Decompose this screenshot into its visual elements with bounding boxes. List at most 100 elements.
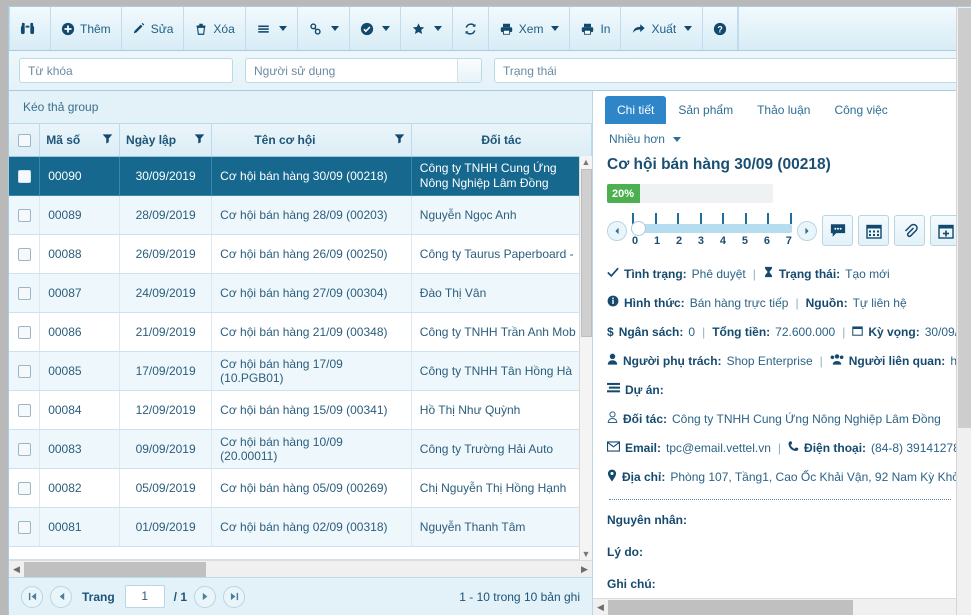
- calendar-icon[interactable]: [858, 215, 889, 246]
- more-link[interactable]: Nhiều hơn: [605, 124, 957, 152]
- column-header-code[interactable]: Mã số: [39, 124, 121, 157]
- grid-vertical-scrollbar[interactable]: ▲ ▼: [579, 156, 592, 560]
- table-row[interactable]: 00090 30/09/2019 Cơ hội bán hàng 30/09 (…: [9, 156, 592, 196]
- table-row[interactable]: 00083 09/09/2019 Cơ hội bán hàng 10/09 (…: [9, 429, 592, 469]
- toolbar-button-menu[interactable]: [246, 7, 298, 50]
- last-page-button[interactable]: [223, 585, 246, 608]
- tab-thao-luan[interactable]: Thảo luận: [745, 96, 822, 124]
- page-number-input[interactable]: 1: [124, 585, 165, 608]
- filter-icon[interactable]: [102, 133, 113, 147]
- row-checkbox[interactable]: [17, 169, 31, 183]
- calendar-add-icon[interactable]: [930, 215, 957, 246]
- detail-horizontal-scrollbar[interactable]: ◀ ▶: [593, 598, 971, 615]
- scroll-thumb[interactable]: [608, 599, 853, 615]
- slider-knob[interactable]: [631, 221, 646, 236]
- row-checkbox-cell[interactable]: [9, 312, 41, 352]
- next-page-button[interactable]: [194, 585, 217, 608]
- scroll-track[interactable]: [608, 599, 956, 615]
- column-header-partner[interactable]: Đối tác: [411, 124, 592, 157]
- scroll-thumb[interactable]: [958, 8, 971, 428]
- row-checkbox[interactable]: [17, 247, 31, 261]
- scroll-right-arrow[interactable]: ▶: [577, 564, 592, 575]
- toolbar-button-preview[interactable]: Xem: [489, 7, 571, 50]
- toolbar-button-add[interactable]: Thêm: [51, 7, 122, 50]
- toolbar-button-print[interactable]: In: [570, 7, 622, 50]
- grid-horizontal-scrollbar[interactable]: ◀ ▶: [9, 560, 592, 577]
- user-select[interactable]: Người sử dụng: [245, 58, 482, 83]
- detail-tabs: Chi tiết Sản phẩm Thảo luận Công việc: [605, 91, 957, 124]
- row-checkbox-cell[interactable]: [9, 351, 41, 391]
- select-all-checkbox[interactable]: [17, 133, 31, 147]
- toolbar-label: In: [600, 21, 611, 36]
- row-checkbox[interactable]: [17, 208, 31, 222]
- row-checkbox-cell[interactable]: [9, 234, 41, 274]
- column-label: Tên cơ hội: [254, 132, 316, 147]
- row-checkbox-cell[interactable]: [9, 429, 41, 469]
- toolbar-button-binoculars[interactable]: [9, 7, 51, 50]
- scroll-down-arrow[interactable]: ▼: [582, 548, 591, 560]
- row-checkbox-cell[interactable]: [9, 507, 41, 547]
- row-checkbox-cell[interactable]: [9, 273, 41, 313]
- toolbar-button-help[interactable]: ?: [703, 7, 739, 50]
- row-checkbox[interactable]: [17, 442, 31, 456]
- toolbar-button-refresh[interactable]: [453, 7, 489, 50]
- row-checkbox[interactable]: [17, 364, 31, 378]
- row-checkbox[interactable]: [17, 286, 31, 300]
- status-input[interactable]: Trạng thái: [494, 58, 961, 83]
- scroll-thumb[interactable]: [24, 561, 206, 577]
- slider-next-button[interactable]: [797, 221, 817, 241]
- keyword-input[interactable]: Từ khóa: [19, 58, 233, 83]
- tab-chi-tiet[interactable]: Chi tiết: [605, 96, 667, 124]
- row-checkbox-cell[interactable]: [9, 468, 41, 508]
- stage-slider[interactable]: 0 1 2 3 4 5 6 7: [631, 213, 792, 247]
- toolbar-button-approve[interactable]: [350, 7, 401, 50]
- table-row[interactable]: 00087 24/09/2019 Cơ hội bán hàng 27/09 (…: [9, 273, 592, 313]
- table-row[interactable]: 00088 26/09/2019 Cơ hội bán hàng 26/09 (…: [9, 234, 592, 274]
- separator: |: [752, 266, 756, 281]
- separator: |: [702, 324, 706, 339]
- toolbar-button-delete[interactable]: Xóa: [184, 7, 246, 50]
- slider-prev-button[interactable]: [607, 221, 627, 241]
- column-select-all[interactable]: [9, 124, 41, 157]
- filter-icon[interactable]: [394, 133, 405, 147]
- column-header-name[interactable]: Tên cơ hội: [211, 124, 412, 157]
- table-row[interactable]: 00084 12/09/2019 Cơ hội bán hàng 15/09 (…: [9, 390, 592, 430]
- prev-page-button[interactable]: [50, 585, 72, 608]
- row-checkbox-cell[interactable]: [9, 156, 41, 196]
- chevron-down-icon[interactable]: [457, 59, 481, 82]
- toolbar-button-favorite[interactable]: [401, 7, 453, 50]
- tab-cong-viec[interactable]: Công việc: [822, 96, 899, 124]
- row-checkbox-cell[interactable]: [9, 195, 41, 235]
- scroll-thumb[interactable]: [580, 169, 592, 337]
- tab-san-pham[interactable]: Sản phẩm: [666, 96, 745, 124]
- scroll-up-arrow[interactable]: ▲: [582, 156, 591, 168]
- column-header-date[interactable]: Ngày lập: [119, 124, 213, 157]
- toolbar-button-export[interactable]: Xuất: [621, 7, 704, 50]
- row-checkbox[interactable]: [17, 403, 31, 417]
- group-drop-bar[interactable]: Kéo thả group: [9, 91, 592, 124]
- printer-icon: [580, 22, 595, 36]
- row-checkbox[interactable]: [17, 481, 31, 495]
- slider-rail[interactable]: [632, 224, 792, 233]
- scroll-left-arrow[interactable]: ◀: [593, 602, 608, 613]
- row-checkbox-cell[interactable]: [9, 390, 41, 430]
- toolbar-button-edit[interactable]: Sửa: [122, 7, 185, 50]
- comment-icon[interactable]: [822, 215, 853, 246]
- scroll-track[interactable]: [24, 561, 577, 578]
- table-row[interactable]: 00089 28/09/2019 Cơ hội bán hàng 28/09 (…: [9, 195, 592, 235]
- toolbar-button-link[interactable]: [298, 7, 350, 50]
- first-page-button[interactable]: [21, 585, 43, 608]
- table-row[interactable]: 00082 05/09/2019 Cơ hội bán hàng 05/09 (…: [9, 468, 592, 508]
- row-checkbox[interactable]: [17, 520, 31, 534]
- filter-icon[interactable]: [194, 133, 205, 147]
- table-row[interactable]: 00086 21/09/2019 Cơ hội bán hàng 21/09 (…: [9, 312, 592, 352]
- table-row[interactable]: 00085 17/09/2019 Cơ hội bán hàng 17/09 (…: [9, 351, 592, 391]
- scroll-left-arrow[interactable]: ◀: [9, 564, 24, 575]
- cell-date: 01/09/2019: [119, 507, 213, 547]
- cell-code: 00089: [39, 195, 121, 235]
- table-row[interactable]: 00081 01/09/2019 Cơ hội bán hàng 02/09 (…: [9, 507, 592, 547]
- row-checkbox[interactable]: [17, 325, 31, 339]
- page-vertical-scrollbar[interactable]: [956, 7, 971, 615]
- paperclip-icon[interactable]: [894, 215, 925, 246]
- field-label: Trạng thái:: [778, 266, 841, 281]
